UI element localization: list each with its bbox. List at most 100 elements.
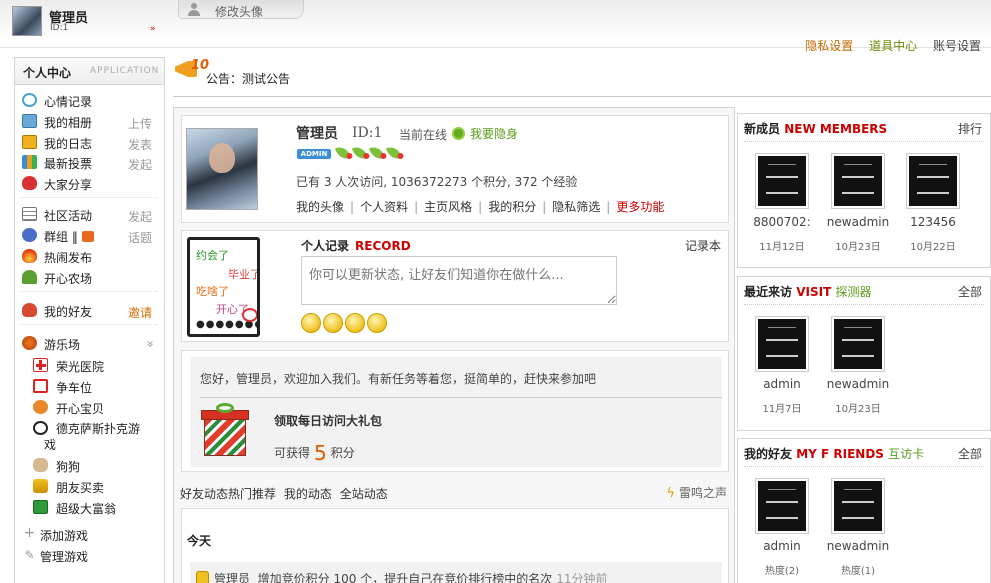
expand-arrow-icon[interactable]: »: [150, 24, 155, 34]
upload-link[interactable]: 上传: [128, 115, 152, 132]
notice-text[interactable]: 公告：测试公告: [206, 70, 290, 87]
sidebar-title: 个人中心: [23, 66, 72, 80]
friend-name[interactable]: admin: [744, 539, 820, 553]
gift-title[interactable]: 领取每日访问大礼包: [274, 412, 382, 429]
game-label: 朋友买卖: [56, 481, 105, 495]
notice-bar: 10 公告：测试公告: [173, 57, 991, 97]
collapse-chevron-icon[interactable]: »: [143, 340, 157, 347]
add-game-item[interactable]: + 添加游戏: [15, 524, 164, 544]
plant-icon: [22, 270, 37, 284]
smile-emoji-icon[interactable]: [301, 313, 321, 333]
level-leaves: [334, 144, 405, 163]
feed-user-link[interactable]: 管理员: [214, 572, 250, 583]
my-points-link[interactable]: 我的积分: [488, 200, 536, 214]
record-book-link[interactable]: 记录本: [685, 237, 721, 254]
privacy-settings-link[interactable]: 隐私设置: [805, 39, 853, 53]
props-center-link[interactable]: 道具中心: [869, 39, 917, 53]
gift-box-icon[interactable]: [200, 403, 249, 458]
tab-site-feed[interactable]: 全站动态: [340, 487, 388, 501]
sidebar-item-label: 大家分享: [44, 178, 93, 192]
change-avatar-tab[interactable]: 修改头像: [178, 0, 304, 19]
go-invisible-link[interactable]: 我要隐身: [470, 125, 518, 142]
publish-link[interactable]: 发表: [128, 136, 152, 153]
sidebar-item-farm[interactable]: 开心农场: [15, 267, 164, 287]
leaf-icon: [385, 144, 403, 162]
welcome-card: 您好，管理员，欢迎加入我们。有新任务等着您，挺简单的，赶快来参加吧 领取每日访问…: [181, 350, 729, 472]
sidebar-header: 个人中心 APPLICATION: [15, 58, 164, 85]
playground-icon: [22, 336, 37, 350]
visitor-name[interactable]: admin: [744, 377, 820, 391]
visitor-avatar[interactable]: [755, 316, 809, 372]
profile-photo[interactable]: [186, 128, 258, 210]
grin-emoji-icon[interactable]: [323, 313, 343, 333]
member-name[interactable]: 8800702:: [744, 215, 820, 229]
sidebar-item-poll[interactable]: 最新投票 发起: [15, 152, 164, 172]
member-avatar[interactable]: [906, 153, 960, 209]
game-item-trade[interactable]: 朋友买卖: [15, 476, 164, 496]
member-name[interactable]: 123456: [895, 215, 971, 229]
sidebar-item-groups[interactable]: 群组 ‖ 话题: [15, 225, 164, 245]
friends-title: 我的好友 MY F RIENDS 互访卡: [744, 447, 925, 461]
money-bag-icon: [196, 571, 209, 583]
sidebar-item-friends[interactable]: 我的好友 邀请: [15, 300, 164, 320]
sidebar-item-playground[interactable]: 游乐场 »: [15, 333, 164, 353]
account-settings-link[interactable]: 账号设置: [933, 39, 981, 53]
visitor-name[interactable]: newadmin: [820, 377, 896, 391]
game-label: 超级大富翁: [56, 502, 117, 516]
friends-panel: 我的好友 MY F RIENDS 互访卡 全部 admin newadmin 热…: [737, 438, 991, 583]
more-functions-link[interactable]: 更多功能: [616, 200, 664, 214]
surprised-emoji-icon[interactable]: [345, 313, 365, 333]
all-visitors-link[interactable]: 全部: [958, 283, 982, 300]
invite-link[interactable]: 邀请: [128, 304, 152, 321]
member-name[interactable]: newadmin: [820, 215, 896, 229]
game-item-poker[interactable]: 德克萨斯扑克游戏: [15, 418, 164, 454]
game-item-dog[interactable]: 狗狗: [15, 455, 164, 475]
profile-id: ID:1: [352, 125, 383, 141]
game-item-monopoly[interactable]: 超级大富翁: [15, 497, 164, 517]
status-input[interactable]: [301, 256, 617, 305]
all-friends-link[interactable]: 全部: [958, 445, 982, 462]
game-item-parking[interactable]: 争车位: [15, 376, 164, 396]
sidebar-item-label: 我的相册: [44, 116, 93, 130]
start-poll-link[interactable]: 发起: [128, 156, 152, 173]
manage-game-item[interactable]: ✎ 管理游戏: [15, 545, 164, 565]
tab-friends-feed[interactable]: 好友动态热门推荐: [180, 487, 276, 501]
home-style-link[interactable]: 主页风格: [424, 200, 472, 214]
ranking-link[interactable]: 排行: [958, 120, 982, 137]
sidebar-item-album[interactable]: 我的相册 上传: [15, 111, 164, 131]
profile-info-link[interactable]: 个人资料: [360, 200, 408, 214]
friend-avatar[interactable]: [831, 478, 885, 534]
sidebar-title-en: APPLICATION: [90, 66, 160, 76]
baby-icon: [33, 400, 48, 414]
game-item-baby[interactable]: 开心宝贝: [15, 397, 164, 417]
start-event-link[interactable]: 发起: [128, 208, 152, 225]
user-avatar[interactable]: [12, 6, 42, 36]
sidebar-item-events[interactable]: 社区活动 发起: [15, 204, 164, 224]
my-avatar-link[interactable]: 我的头像: [296, 200, 344, 214]
profile-card: 管理员 ID:1 当前在线 我要隐身 ADMIN 已有 3 人次访问, 1036…: [181, 115, 729, 223]
friend-avatar[interactable]: [755, 478, 809, 534]
member-avatar[interactable]: [755, 153, 809, 209]
privacy-filter-link[interactable]: 隐私筛选: [552, 200, 600, 214]
sidebar-item-label: 社区活动: [44, 209, 93, 223]
visitor-avatar[interactable]: [831, 316, 885, 372]
sidebar-item-blog[interactable]: 我的日志 发表: [15, 132, 164, 152]
visitors-title: 最近来访 VISIT 探测器: [744, 285, 872, 299]
visit-card-link[interactable]: 互访卡: [888, 447, 924, 461]
detector-link[interactable]: 探测器: [835, 285, 871, 299]
yawn-emoji-icon[interactable]: [367, 313, 387, 333]
profile-stats: 已有 3 人次访问, 1036372273 个积分, 372 个经验: [296, 175, 578, 189]
friend-name[interactable]: newadmin: [820, 539, 896, 553]
tab-my-feed[interactable]: 我的动态: [284, 487, 332, 501]
divider: [200, 397, 722, 398]
visitors-panel: 最近来访 VISIT 探测器 全部 admin newadmin 11月7日 1…: [737, 276, 991, 431]
game-item-hospital[interactable]: 荣光医院: [15, 355, 164, 375]
member-date: 10月22日: [910, 242, 956, 253]
thunder-link[interactable]: ϟ 雷鸣之声: [666, 484, 727, 501]
game-label: 德克萨斯扑克游戏: [44, 422, 141, 452]
member-avatar[interactable]: [831, 153, 885, 209]
sidebar-item-mood[interactable]: 心情记录: [15, 90, 164, 110]
topic-link[interactable]: 话题: [128, 229, 152, 246]
sidebar-item-hot[interactable]: 热闹发布: [15, 246, 164, 266]
sidebar-item-share[interactable]: 大家分享: [15, 173, 164, 193]
